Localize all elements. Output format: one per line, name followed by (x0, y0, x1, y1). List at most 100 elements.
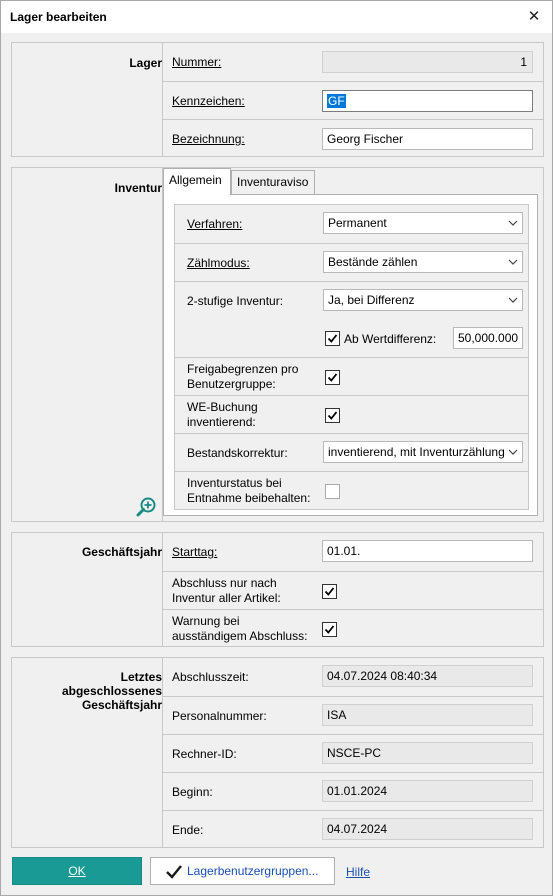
starttag-label: Starttag: (172, 545, 218, 559)
row-personalnummer: Personalnummer: ISA (163, 696, 543, 734)
row-zweistufig: 2-stufige Inventur: Ja, bei Differenz Ab… (175, 281, 528, 357)
ende-field: 04.07.2024 (322, 818, 533, 840)
checkmark-icon (327, 373, 338, 382)
row-verfahren: Verfahren: Permanent (175, 205, 528, 243)
section-lager: Lager Nummer: 1 Kennzeichen: GF Bezeichn… (11, 42, 544, 157)
beginn-field: 01.01.2024 (322, 780, 533, 802)
we-buchung-checkbox[interactable] (325, 408, 340, 423)
row-bestandskorrektur: Bestandskorrektur: inventierend, mit Inv… (175, 433, 528, 471)
abschlusszeit-label: Abschlusszeit: (172, 670, 249, 684)
ab-wertdifferenz-label: Ab Wertdifferenz: (344, 332, 437, 346)
inventur-settings-grid: Verfahren: Permanent Zählmodus: Bestände… (174, 204, 529, 510)
rechner-id-field: NSCE-PC (322, 742, 533, 764)
warnung-label-line1: Warnung bei (172, 614, 240, 628)
tab-inventuraviso-label: Inventuraviso (237, 175, 309, 189)
zweistufig-label: 2-stufige Inventur: (187, 294, 284, 308)
inventurstatus-label-line1: Inventurstatus bei (187, 476, 282, 490)
verfahren-value: Permanent (328, 216, 387, 230)
close-icon[interactable]: ✕ (522, 5, 546, 29)
section-geschaeftsjahr: Geschäftsjahr Starttag: 01.01. Abschluss… (11, 532, 544, 647)
lagerbenutzergruppen-button[interactable]: Lagerbenutzergruppen... (150, 857, 335, 885)
row-abschluss: Abschluss nur nach Inventur aller Artike… (163, 571, 543, 609)
title-bar: Lager bearbeiten ✕ (1, 1, 552, 33)
inventurstatus-label-line2: Entnahme beibehalten: (187, 491, 311, 505)
dialog-window: Lager bearbeiten ✕ Lager Nummer: 1 Kennz… (0, 0, 553, 896)
abschluss-checkbox[interactable] (322, 584, 337, 599)
ab-wertdifferenz-input[interactable]: 50,000.000 (453, 327, 523, 349)
zweistufig-value: Ja, bei Differenz (328, 293, 415, 307)
row-inventurstatus: Inventurstatus bei Entnahme beibehalten: (175, 471, 528, 509)
section-label-letztes-line3: Geschäftsjahr (81, 698, 162, 712)
bezeichnung-input[interactable]: Georg Fischer (322, 128, 533, 150)
row-freigabegrenzen: Freigabegrenzen pro Benutzergruppe: (175, 357, 528, 395)
zaehlmodus-select[interactable]: Bestände zählen (323, 251, 523, 273)
section-label-inventur: Inventur (114, 181, 162, 195)
checkmark-icon (165, 863, 183, 879)
tab-allgemein[interactable]: Allgemein (163, 168, 231, 195)
zaehlmodus-value: Bestände zählen (328, 255, 418, 269)
section-inventur: Inventur Allgemein Inventuraviso Verfahr… (11, 167, 544, 522)
row-kennzeichen: Kennzeichen: GF (163, 81, 543, 119)
we-buchung-label-line1: WE-Buchung (187, 400, 258, 414)
window-title: Lager bearbeiten (10, 10, 107, 24)
chevron-down-icon (508, 449, 518, 455)
row-we-buchung: WE-Buchung inventierend: (175, 395, 528, 433)
row-beginn: Beginn: 01.01.2024 (163, 772, 543, 810)
freigabegrenzen-label-line2: Benutzergruppe: (187, 377, 276, 391)
section-label-letztes-line1: Letztes (120, 670, 162, 684)
hilfe-link[interactable]: Hilfe (346, 865, 370, 879)
lagerbenutzergruppen-label: Lagerbenutzergruppen... (187, 864, 319, 878)
freigabegrenzen-checkbox[interactable] (325, 370, 340, 385)
checkmark-icon (324, 587, 335, 596)
verfahren-select[interactable]: Permanent (323, 212, 523, 234)
chevron-down-icon (508, 297, 518, 303)
verfahren-label: Verfahren: (187, 217, 243, 231)
zaehlmodus-label: Zählmodus: (187, 256, 250, 270)
zoom-in-icon[interactable] (136, 496, 158, 518)
personalnummer-label: Personalnummer: (172, 709, 267, 723)
nummer-label: Nummer: (172, 55, 222, 69)
ende-label: Ende: (172, 823, 204, 837)
row-zaehlmodus: Zählmodus: Bestände zählen (175, 243, 528, 281)
row-abschlusszeit: Abschlusszeit: 04.07.2024 08:40:34 (163, 658, 543, 696)
section-label-lager: Lager (129, 56, 162, 70)
abschlusszeit-field: 04.07.2024 08:40:34 (322, 665, 533, 687)
row-ende: Ende: 04.07.2024 (163, 810, 543, 848)
chevron-down-icon (508, 220, 518, 226)
tab-inventuraviso[interactable]: Inventuraviso (231, 170, 315, 194)
row-rechner-id: Rechner-ID: NSCE-PC (163, 734, 543, 772)
section-letztes-geschaeftsjahr: Letztes abgeschlossenes Geschäftsjahr Ab… (11, 657, 544, 848)
chevron-down-icon (508, 259, 518, 265)
zweistufig-select[interactable]: Ja, bei Differenz (323, 289, 523, 311)
tab-allgemein-label: Allgemein (169, 173, 222, 187)
ab-wertdifferenz-checkbox[interactable] (325, 331, 340, 346)
checkmark-icon (327, 411, 338, 420)
warnung-checkbox[interactable] (322, 622, 337, 637)
row-warnung: Warnung bei ausständigem Abschluss: (163, 609, 543, 647)
kennzeichen-selected-text: GF (327, 94, 346, 108)
abschluss-label-line2: Inventur aller Artikel: (172, 591, 281, 605)
checkmark-icon (327, 334, 338, 343)
bestandskorrektur-value: inventierend, mit Inventurzählung (328, 445, 504, 459)
tab-panel-allgemein: Verfahren: Permanent Zählmodus: Bestände… (163, 194, 538, 516)
nummer-field[interactable]: 1 (322, 51, 533, 73)
freigabegrenzen-label-line1: Freigabegrenzen pro (187, 362, 299, 376)
bezeichnung-label: Bezeichnung: (172, 132, 245, 146)
starttag-input[interactable]: 01.01. (322, 540, 533, 562)
bestandskorrektur-label: Bestandskorrektur: (187, 446, 288, 460)
bestandskorrektur-select[interactable]: inventierend, mit Inventurzählung (323, 441, 523, 463)
checkmark-icon (324, 625, 335, 634)
personalnummer-field: ISA (322, 704, 533, 726)
ok-button-label: OK (68, 864, 86, 878)
kennzeichen-label: Kennzeichen: (172, 94, 245, 108)
we-buchung-label-line2: inventierend: (187, 415, 256, 429)
ok-button[interactable]: OK (12, 857, 142, 885)
kennzeichen-input[interactable]: GF (322, 90, 533, 112)
row-bezeichnung: Bezeichnung: Georg Fischer (163, 119, 543, 157)
section-label-geschaeftsjahr: Geschäftsjahr (81, 545, 162, 559)
inventurstatus-checkbox[interactable] (325, 484, 340, 499)
row-starttag: Starttag: 01.01. (163, 533, 543, 571)
row-nummer: Nummer: 1 (163, 43, 543, 81)
section-label-letztes-line2: abgeschlossenes (61, 684, 162, 698)
warnung-label-line2: ausständigem Abschluss: (172, 629, 308, 643)
